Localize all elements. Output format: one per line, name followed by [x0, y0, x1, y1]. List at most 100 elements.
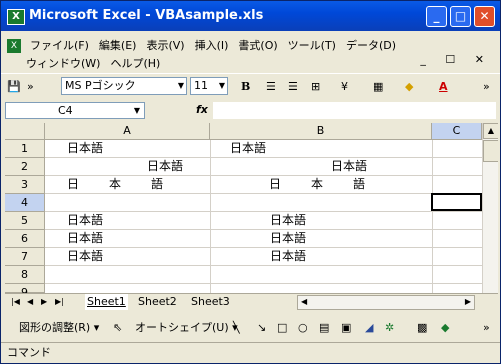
cell-b3[interactable]: 日 本 語 [269, 176, 367, 193]
table-row: 日本語 日本語 [45, 248, 498, 266]
borders-icon[interactable]: ▦ [373, 77, 383, 97]
horizontal-scrollbar[interactable]: ◀ ▶ [297, 295, 475, 310]
name-box-value: C4 [58, 104, 73, 117]
draw-adjust-menu[interactable]: 図形の調整(R) ▾ [19, 319, 99, 337]
row-header-1[interactable]: 1 [5, 140, 45, 158]
menu-view[interactable]: 表示(V) [141, 37, 189, 55]
align-left-icon[interactable]: ☰ [266, 77, 276, 97]
scroll-up-icon[interactable]: ▲ [483, 123, 498, 139]
menu-edit[interactable]: 編集(E) [94, 37, 142, 55]
prev-sheet-icon[interactable]: ◀ [27, 297, 33, 306]
menu-format[interactable]: 書式(O) [233, 37, 282, 55]
merge-center-icon[interactable]: ⊞ [311, 77, 320, 97]
save-icon[interactable]: 💾 [7, 77, 21, 97]
row-header-3[interactable]: 3 [5, 176, 45, 194]
cell-a3[interactable]: 日 本 語 [67, 176, 165, 193]
row-header-5[interactable]: 5 [5, 212, 45, 230]
close-button[interactable]: ✕ [474, 6, 495, 27]
toolbar-more-icon[interactable]: » [483, 319, 490, 337]
oval-icon[interactable]: ○ [298, 319, 308, 337]
3d-icon[interactable]: ◆ [441, 319, 449, 337]
font-name-dropdown[interactable]: MS Pゴシック ▼ [61, 77, 187, 95]
name-box[interactable]: C4 ▼ [5, 102, 145, 119]
chevron-down-icon[interactable]: ▼ [134, 103, 140, 118]
last-sheet-icon[interactable]: ▶| [55, 297, 64, 306]
window-title: Microsoft Excel - VBAsample.xls [29, 8, 264, 23]
cell-a1[interactable]: 日本語 [67, 140, 103, 157]
menu-data[interactable]: データ(D) [341, 37, 401, 55]
cell-b2[interactable]: 日本語 [331, 158, 367, 175]
line-icon[interactable]: ╲ [233, 319, 240, 337]
cell-b5[interactable]: 日本語 [270, 212, 306, 229]
cell-a2[interactable]: 日本語 [147, 158, 183, 175]
maximize-button[interactable]: □ [450, 6, 471, 27]
next-sheet-icon[interactable]: ▶ [41, 297, 47, 306]
excel-window: X Microsoft Excel - VBAsample.xls _ □ ✕ … [0, 0, 501, 364]
table-row [45, 266, 498, 284]
vertical-scrollbar[interactable]: ▲ [482, 123, 498, 293]
menu-file[interactable]: ファイル(F) [25, 37, 94, 55]
cell-b1[interactable]: 日本語 [230, 140, 266, 157]
tab-sheet1[interactable]: Sheet1 [85, 294, 128, 310]
font-size-dropdown[interactable]: 11 ▼ [190, 77, 228, 95]
menu-window[interactable]: ウィンドウ(W) [21, 55, 105, 73]
table-row: 日本語 日本語 [45, 140, 498, 158]
scroll-right-icon[interactable]: ▶ [465, 297, 471, 306]
row-header-4[interactable]: 4 [5, 194, 45, 212]
toolbar-more-icon[interactable]: » [27, 77, 34, 97]
select-all-corner[interactable] [5, 123, 45, 140]
rectangle-icon[interactable]: □ [277, 319, 287, 337]
align-center-icon[interactable]: ☰ [288, 77, 298, 97]
arrow-icon[interactable]: ↘ [257, 319, 266, 337]
row-header-7[interactable]: 7 [5, 248, 45, 266]
row-header-6[interactable]: 6 [5, 230, 45, 248]
menu-insert[interactable]: 挿入(I) [190, 37, 234, 55]
first-sheet-icon[interactable]: |◀ [11, 297, 20, 306]
column-header-c[interactable]: C [432, 123, 482, 140]
draw-adjust-label: 図形の調整(R) [19, 321, 91, 334]
tab-sheet3[interactable]: Sheet3 [189, 294, 232, 310]
chevron-down-icon: ▼ [218, 81, 225, 90]
row-header-2[interactable]: 2 [5, 158, 45, 176]
table-row: 日本語 日本語 [45, 230, 498, 248]
font-color-icon[interactable]: A [439, 77, 448, 97]
formula-input[interactable] [213, 102, 496, 119]
cell-a7[interactable]: 日本語 [67, 248, 103, 265]
insert-picture-icon[interactable]: ▩ [417, 319, 427, 337]
clipart-icon[interactable]: ✲ [385, 319, 394, 337]
autoshape-menu[interactable]: オートシェイプ(U) ▾ [135, 319, 238, 337]
currency-icon[interactable]: ¥ [341, 77, 348, 97]
formula-bar: C4 ▼ fx [1, 101, 500, 121]
menu-help[interactable]: ヘルプ(H) [105, 55, 165, 73]
document-icon[interactable]: X [7, 39, 21, 53]
excel-app-icon[interactable]: X [7, 9, 25, 25]
cell-a5[interactable]: 日本語 [67, 212, 103, 229]
row-header-9[interactable]: 9 [5, 284, 45, 293]
scroll-thumb[interactable] [483, 140, 498, 162]
insert-function-icon[interactable]: fx [196, 103, 208, 116]
title-bar[interactable]: X Microsoft Excel - VBAsample.xls _ □ ✕ [1, 1, 500, 31]
sheet-tab-bar: |◀ ◀ ▶ ▶| Sheet1 Sheet2 Sheet3 ◀ ▶ [5, 293, 498, 312]
scroll-left-icon[interactable]: ◀ [301, 297, 307, 306]
menu-tools[interactable]: ツール(T) [283, 37, 341, 55]
worksheet-grid[interactable]: A B C 1 2 3 4 5 6 7 8 9 日本語 日本語 日本語 日本語 … [5, 123, 498, 293]
document-window-controls[interactable]: _ ☐ ✕ [420, 53, 492, 66]
cell-b7[interactable]: 日本語 [270, 248, 306, 265]
column-header-a[interactable]: A [45, 123, 210, 140]
cell-b6[interactable]: 日本語 [270, 230, 306, 247]
table-row: 日本語 日本語 [45, 158, 498, 176]
textbox-icon[interactable]: ▤ [319, 319, 329, 337]
bold-button[interactable]: B [241, 77, 250, 97]
column-header-b[interactable]: B [210, 123, 432, 140]
row-header-8[interactable]: 8 [5, 266, 45, 284]
cell-a6[interactable]: 日本語 [67, 230, 103, 247]
select-pointer-icon[interactable]: ⇖ [113, 319, 122, 337]
wordart-icon[interactable]: ▣ [341, 319, 351, 337]
toolbar-more-icon[interactable]: » [483, 77, 490, 97]
status-text: コマンド [7, 346, 51, 359]
fill-color-icon[interactable]: ◆ [405, 77, 413, 97]
minimize-button[interactable]: _ [426, 6, 447, 27]
diagram-icon[interactable]: ◢ [365, 319, 373, 337]
selected-cell-c4[interactable] [431, 193, 482, 211]
tab-sheet2[interactable]: Sheet2 [136, 294, 179, 310]
